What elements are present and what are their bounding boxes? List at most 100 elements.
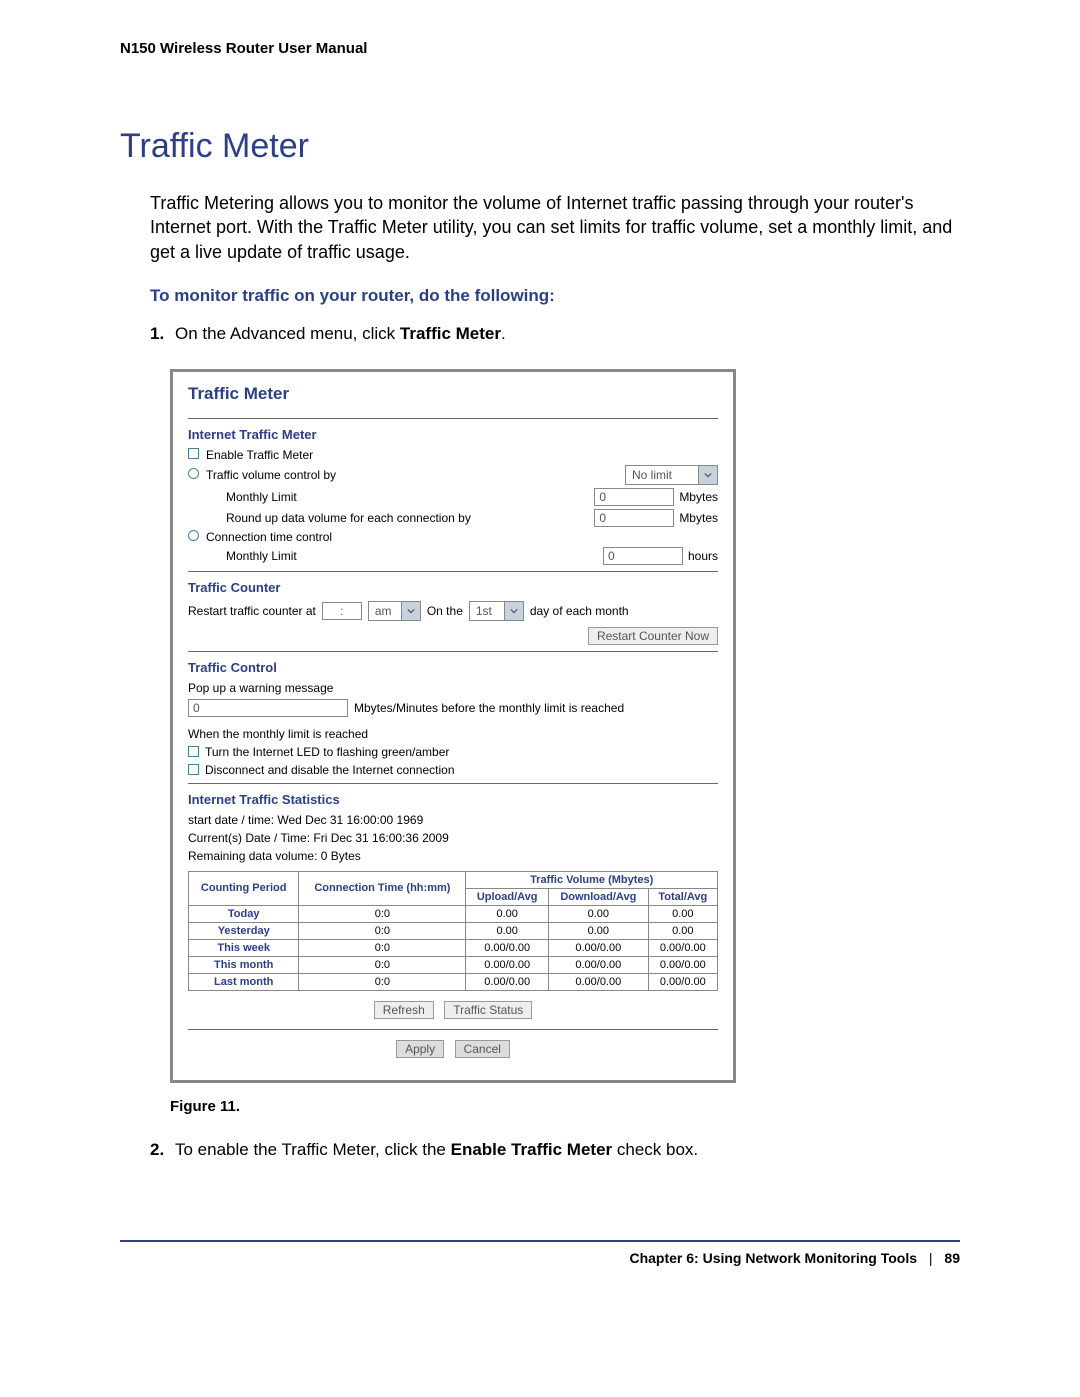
- popup-value-input[interactable]: 0: [188, 699, 348, 717]
- cell-period: This week: [189, 939, 299, 956]
- step-2: 2. To enable the Traffic Meter, click th…: [150, 1140, 960, 1160]
- ampm-select[interactable]: am: [368, 601, 421, 621]
- apply-button[interactable]: Apply: [396, 1040, 444, 1058]
- select-value: No limit: [626, 468, 698, 482]
- cell-up: 0.00/0.00: [466, 939, 549, 956]
- refresh-button[interactable]: Refresh: [374, 1001, 434, 1019]
- volume-control-select[interactable]: No limit: [625, 465, 718, 485]
- cell-conn: 0:0: [299, 905, 466, 922]
- disconnect-checkbox[interactable]: [188, 764, 199, 775]
- cell-down: 0.00/0.00: [548, 939, 648, 956]
- unit-label: hours: [688, 549, 718, 563]
- monthly-limit-label: Monthly Limit: [206, 490, 297, 504]
- restart-counter-label: Restart traffic counter at: [188, 604, 316, 618]
- instruction-heading: To monitor traffic on your router, do th…: [150, 286, 1080, 306]
- footer-sep: |: [921, 1250, 941, 1266]
- divider: [188, 571, 718, 572]
- enable-traffic-meter-label: Enable Traffic Meter: [206, 448, 313, 462]
- section-title: Traffic Meter: [120, 127, 1080, 166]
- stats-current: Current(s) Date / Time: Fri Dec 31 16:00…: [188, 831, 718, 845]
- traffic-status-button[interactable]: Traffic Status: [444, 1001, 532, 1019]
- cell-total: 0.00: [648, 905, 717, 922]
- figure-caption: Figure 11.: [170, 1098, 1080, 1115]
- page-footer: Chapter 6: Using Network Monitoring Tool…: [120, 1240, 960, 1266]
- unit-label: Mbytes: [679, 511, 718, 525]
- unit-label: Mbytes: [679, 490, 718, 504]
- led-checkbox[interactable]: [188, 746, 199, 757]
- popup-label: Pop up a warning message: [188, 681, 718, 695]
- step-text: On the Advanced menu, click Traffic Mete…: [175, 324, 960, 344]
- enable-traffic-meter-checkbox[interactable]: [188, 448, 199, 459]
- intro-paragraph: Traffic Metering allows you to monitor t…: [150, 191, 960, 264]
- th-volume: Traffic Volume (Mbytes): [466, 871, 718, 888]
- led-label: Turn the Internet LED to flashing green/…: [205, 745, 449, 759]
- day-select[interactable]: 1st: [469, 601, 524, 621]
- panel-title: Traffic Meter: [188, 384, 718, 404]
- traffic-counter-heading: Traffic Counter: [188, 580, 718, 595]
- table-row: This month0:00.00/0.000.00/0.000.00/0.00: [189, 956, 718, 973]
- step-text: To enable the Traffic Meter, click the E…: [175, 1140, 960, 1160]
- stats-start: start date / time: Wed Dec 31 16:00:00 1…: [188, 813, 718, 827]
- footer-chapter: Chapter 6: Using Network Monitoring Tool…: [629, 1250, 917, 1266]
- step-bold: Traffic Meter: [400, 324, 501, 343]
- cancel-button[interactable]: Cancel: [455, 1040, 510, 1058]
- roundup-input[interactable]: 0: [594, 509, 674, 527]
- cell-down: 0.00/0.00: [548, 956, 648, 973]
- restart-counter-button[interactable]: Restart Counter Now: [588, 627, 718, 645]
- cell-period: Yesterday: [189, 922, 299, 939]
- cell-period: Last month: [189, 973, 299, 990]
- cell-conn: 0:0: [299, 956, 466, 973]
- step-post: check box.: [612, 1140, 698, 1159]
- table-row: Yesterday0:00.000.000.00: [189, 922, 718, 939]
- volume-control-radio[interactable]: [188, 468, 199, 479]
- cell-up: 0.00/0.00: [466, 956, 549, 973]
- monthly-limit-input[interactable]: 0: [594, 488, 674, 506]
- connection-time-radio[interactable]: [188, 530, 199, 541]
- divider: [188, 1029, 718, 1030]
- chevron-down-icon: [401, 602, 420, 620]
- th-period: Counting Period: [189, 871, 299, 905]
- divider: [188, 651, 718, 652]
- restart-time-input[interactable]: :: [322, 602, 362, 620]
- step-number: 1.: [150, 324, 175, 344]
- step-pre: On the Advanced menu, click: [175, 324, 400, 343]
- table-row: This week0:00.00/0.000.00/0.000.00/0.00: [189, 939, 718, 956]
- cell-down: 0.00/0.00: [548, 973, 648, 990]
- divider: [188, 418, 718, 419]
- conn-monthly-limit-label: Monthly Limit: [206, 549, 297, 563]
- cell-total: 0.00/0.00: [648, 956, 717, 973]
- th-upload: Upload/Avg: [466, 888, 549, 905]
- cell-up: 0.00: [466, 922, 549, 939]
- on-the-label: On the: [427, 604, 463, 618]
- chevron-down-icon: [504, 602, 523, 620]
- select-value: 1st: [470, 604, 504, 618]
- traffic-control-heading: Traffic Control: [188, 660, 718, 675]
- day-suffix-label: day of each month: [530, 604, 629, 618]
- cell-conn: 0:0: [299, 922, 466, 939]
- step-number: 2.: [150, 1140, 175, 1160]
- th-conn: Connection Time (hh:mm): [299, 871, 466, 905]
- connection-time-label: Connection time control: [206, 530, 332, 544]
- stats-remaining: Remaining data volume: 0 Bytes: [188, 849, 718, 863]
- manual-header: N150 Wireless Router User Manual: [120, 40, 1080, 57]
- cell-total: 0.00/0.00: [648, 939, 717, 956]
- chevron-down-icon: [698, 466, 717, 484]
- volume-control-label: Traffic volume control by: [206, 468, 336, 482]
- footer-page: 89: [944, 1250, 960, 1266]
- disconnect-label: Disconnect and disable the Internet conn…: [205, 763, 455, 777]
- cell-total: 0.00/0.00: [648, 973, 717, 990]
- traffic-stats-heading: Internet Traffic Statistics: [188, 792, 718, 807]
- th-total: Total/Avg: [648, 888, 717, 905]
- cell-period: Today: [189, 905, 299, 922]
- conn-monthly-input[interactable]: 0: [603, 547, 683, 565]
- cell-total: 0.00: [648, 922, 717, 939]
- cell-up: 0.00: [466, 905, 549, 922]
- popup-suffix: Mbytes/Minutes before the monthly limit …: [354, 701, 624, 715]
- cell-down: 0.00: [548, 905, 648, 922]
- table-row: Today0:00.000.000.00: [189, 905, 718, 922]
- step-post: .: [501, 324, 506, 343]
- cell-up: 0.00/0.00: [466, 973, 549, 990]
- stats-table: Counting Period Connection Time (hh:mm) …: [188, 871, 718, 991]
- roundup-label: Round up data volume for each connection…: [206, 511, 471, 525]
- divider: [188, 783, 718, 784]
